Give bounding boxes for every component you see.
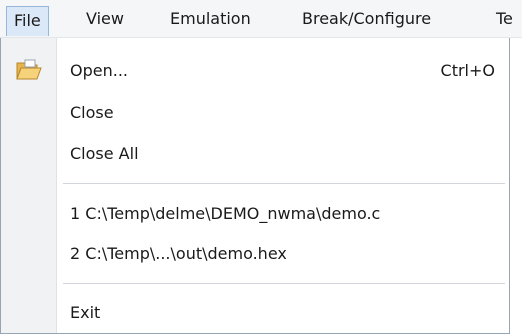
menu-te-truncated[interactable]: Te [496, 7, 513, 31]
menu-item-open-label: Open... [70, 61, 128, 80]
menu-item-close-label: Close [70, 103, 114, 122]
menu-item-open[interactable]: Open... Ctrl+O [1, 52, 509, 90]
menu-item-recent-1[interactable]: 1 C:\Temp\delme\DEMO_nwma\demo.c [1, 195, 509, 233]
menu-item-exit[interactable]: Exit [1, 294, 509, 332]
menu-item-recent-1-label: 1 C:\Temp\delme\DEMO_nwma\demo.c [70, 204, 381, 223]
menu-item-exit-label: Exit [70, 303, 101, 322]
menu-item-close-all-label: Close All [70, 144, 139, 163]
menu-item-close-all[interactable]: Close All [1, 135, 509, 173]
menu-emulation[interactable]: Emulation [170, 7, 251, 31]
menu-item-close[interactable]: Close [1, 94, 509, 132]
menu-item-open-shortcut: Ctrl+O [440, 61, 495, 80]
menu-item-recent-2[interactable]: 2 C:\Temp\...\out\demo.hex [1, 235, 509, 273]
menu-separator [63, 283, 505, 284]
menu-file[interactable]: File [6, 6, 49, 36]
menu-separator [63, 183, 505, 184]
folder-open-icon [15, 58, 43, 82]
menu-break-configure[interactable]: Break/Configure [302, 7, 431, 31]
menu-item-recent-2-label: 2 C:\Temp\...\out\demo.hex [70, 244, 287, 263]
menu-view[interactable]: View [86, 7, 124, 31]
file-menu-dropdown: Open... Ctrl+O Close Close All 1 C:\Temp… [0, 38, 510, 334]
menu-bar: File View Emulation Break/Configure Te [0, 0, 522, 38]
